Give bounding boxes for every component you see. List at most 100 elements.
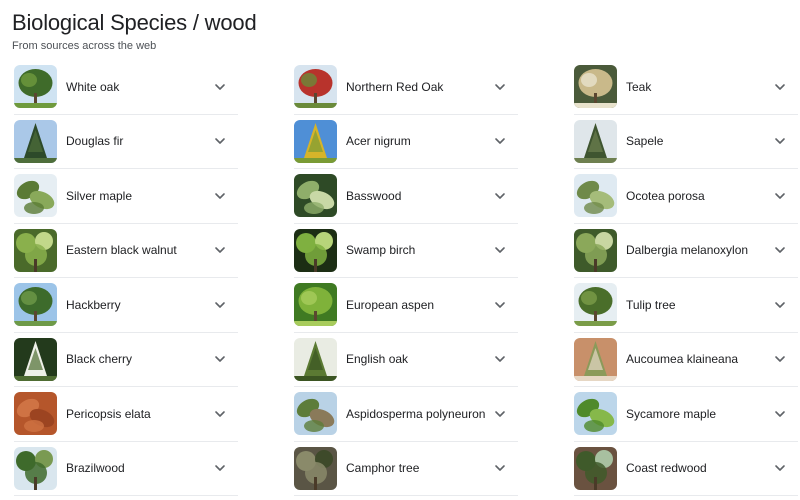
chevron-down-icon[interactable]	[490, 404, 510, 424]
species-column-2: Northern Red Oak Acer nigrum Basswood Sw…	[294, 60, 518, 500]
list-item[interactable]: European aspen	[294, 278, 518, 333]
list-item[interactable]: Douglas fir	[14, 115, 238, 169]
list-item-label: Dalbergia melanoxylon	[626, 243, 749, 258]
list-item[interactable]: Northern Red Oak	[294, 60, 518, 115]
chevron-down-icon[interactable]	[770, 186, 790, 206]
chevron-down-icon[interactable]	[210, 404, 230, 424]
chevron-down-icon[interactable]	[210, 131, 230, 151]
list-item-label: Sycamore maple	[626, 406, 717, 421]
list-item[interactable]: Teak	[574, 60, 798, 115]
list-item-label: Douglas fir	[66, 134, 124, 149]
teak-thumbnail	[574, 65, 617, 109]
page-title: Biological Species / wood	[12, 10, 257, 35]
list-item-label: English oak	[346, 352, 409, 367]
camphor-tree-thumbnail	[294, 446, 337, 490]
chevron-down-icon[interactable]	[210, 295, 230, 315]
list-item[interactable]: Brazilwood	[14, 442, 238, 496]
list-item-label: Pericopsis elata	[66, 406, 151, 421]
chevron-down-icon[interactable]	[770, 131, 790, 151]
hackberry-thumbnail	[14, 283, 57, 327]
list-item-label: Teak	[626, 79, 652, 94]
sycamore-maple-thumbnail	[574, 392, 617, 436]
list-item-label: Aucoumea klaineana	[626, 352, 739, 367]
chevron-down-icon[interactable]	[770, 77, 790, 97]
list-item[interactable]: Coast redwood	[574, 442, 798, 496]
coast-redwood-thumbnail	[574, 446, 617, 490]
chevron-down-icon[interactable]	[210, 240, 230, 260]
list-item-label: Coast redwood	[626, 461, 707, 476]
list-item-label: White oak	[66, 79, 120, 94]
douglas-fir-thumbnail	[14, 119, 57, 163]
chevron-down-icon[interactable]	[490, 458, 510, 478]
silver-maple-thumbnail	[14, 174, 57, 218]
english-oak-thumbnail	[294, 337, 337, 381]
brazilwood-thumbnail	[14, 446, 57, 490]
list-item-label: Basswood	[346, 188, 402, 203]
chevron-down-icon[interactable]	[770, 240, 790, 260]
chevron-down-icon[interactable]	[490, 186, 510, 206]
list-item-label: Acer nigrum	[346, 134, 411, 149]
list-item[interactable]: Basswood	[294, 169, 518, 224]
european-aspen-thumbnail	[294, 283, 337, 327]
list-item-label: Tulip tree	[626, 297, 676, 312]
basswood-thumbnail	[294, 174, 337, 218]
list-item[interactable]: Ocotea porosa	[574, 169, 798, 224]
dalbergia-melanoxylon-thumbnail	[574, 228, 617, 272]
aspidosperma-polyneuron-thumbnail	[294, 392, 337, 436]
acer-nigrum-thumbnail	[294, 119, 337, 163]
list-item[interactable]: Hackberry	[14, 278, 238, 333]
list-item-label: Silver maple	[66, 188, 133, 203]
list-item[interactable]: Silver maple	[14, 169, 238, 224]
chevron-down-icon[interactable]	[770, 404, 790, 424]
list-item[interactable]: Aucoumea klaineana	[574, 333, 798, 387]
list-item[interactable]: Acer nigrum	[294, 115, 518, 169]
northern-red-oak-thumbnail	[294, 65, 337, 109]
eastern-black-walnut-thumbnail	[14, 228, 57, 272]
swamp-birch-thumbnail	[294, 228, 337, 272]
species-column-3: Teak Sapele Ocotea porosa Dalbergia mela…	[574, 60, 798, 500]
page-subtitle: From sources across the web	[12, 40, 157, 52]
list-item[interactable]: Swamp birch	[294, 224, 518, 278]
list-item-label: Brazilwood	[66, 461, 125, 476]
chevron-down-icon[interactable]	[490, 131, 510, 151]
species-column-1: White oak Douglas fir Silver maple Easte…	[14, 60, 238, 500]
list-item[interactable]: Aspidosperma polyneuron	[294, 387, 518, 442]
list-item[interactable]: Tulip tree	[574, 278, 798, 333]
list-item[interactable]: White oak	[14, 60, 238, 115]
list-item-label: Hackberry	[66, 297, 121, 312]
list-item[interactable]: English oak	[294, 333, 518, 387]
chevron-down-icon[interactable]	[490, 295, 510, 315]
list-item-label: European aspen	[346, 297, 435, 312]
species-grid: White oak Douglas fir Silver maple Easte…	[14, 60, 798, 500]
chevron-down-icon[interactable]	[210, 458, 230, 478]
list-item-label: Ocotea porosa	[626, 188, 705, 203]
list-item[interactable]: Black cherry	[14, 333, 238, 387]
list-item[interactable]: Pericopsis elata	[14, 387, 238, 442]
list-item[interactable]: Sapele	[574, 115, 798, 169]
chevron-down-icon[interactable]	[490, 240, 510, 260]
black-cherry-thumbnail	[14, 337, 57, 381]
list-item-label: Eastern black walnut	[66, 243, 177, 258]
chevron-down-icon[interactable]	[490, 349, 510, 369]
tulip-tree-thumbnail	[574, 283, 617, 327]
list-item[interactable]: Eastern black walnut	[14, 224, 238, 278]
chevron-down-icon[interactable]	[210, 349, 230, 369]
sapele-thumbnail	[574, 119, 617, 163]
list-item[interactable]: Sycamore maple	[574, 387, 798, 442]
list-item-label: Northern Red Oak	[346, 79, 444, 94]
ocotea-porosa-thumbnail	[574, 174, 617, 218]
white-oak-thumbnail	[14, 65, 57, 109]
list-item[interactable]: Dalbergia melanoxylon	[574, 224, 798, 278]
list-item-label: Swamp birch	[346, 243, 416, 258]
chevron-down-icon[interactable]	[490, 77, 510, 97]
chevron-down-icon[interactable]	[770, 349, 790, 369]
pericopsis-elata-thumbnail	[14, 392, 57, 436]
aucoumea-klaineana-thumbnail	[574, 337, 617, 381]
list-item-label: Camphor tree	[346, 461, 420, 476]
chevron-down-icon[interactable]	[770, 458, 790, 478]
chevron-down-icon[interactable]	[770, 295, 790, 315]
list-item-label: Sapele	[626, 134, 664, 149]
chevron-down-icon[interactable]	[210, 186, 230, 206]
chevron-down-icon[interactable]	[210, 77, 230, 97]
list-item[interactable]: Camphor tree	[294, 442, 518, 496]
